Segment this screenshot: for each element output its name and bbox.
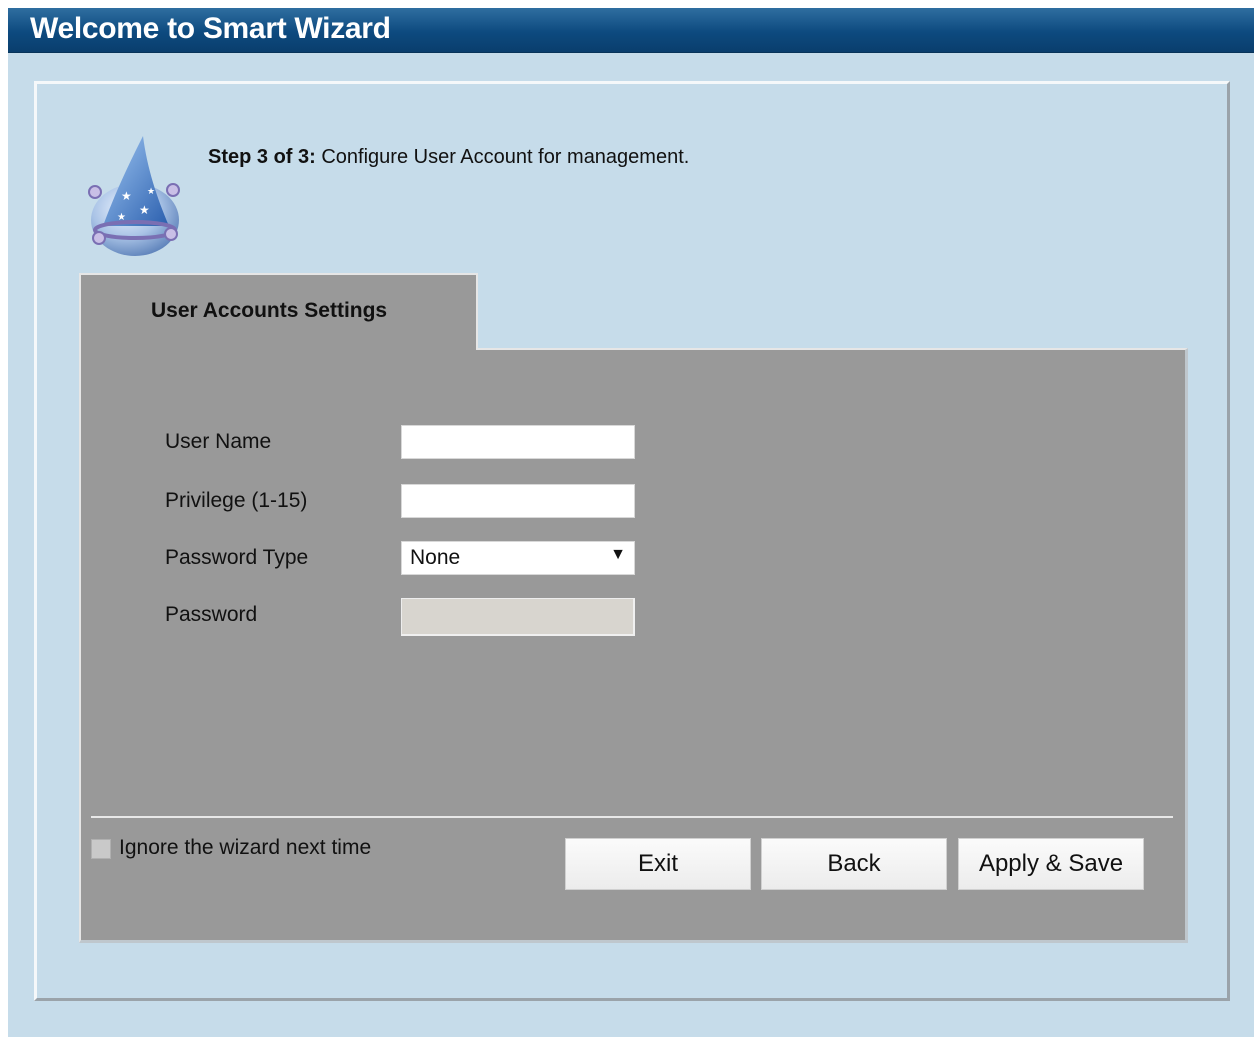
step-description: Configure User Account for management. [315,146,690,168]
apply-save-button[interactable]: Apply & Save [958,838,1144,890]
password-type-label: Password Type [165,546,309,569]
svg-text:★: ★ [121,189,132,203]
divider [91,816,1173,818]
triangle-down-icon: ▼ [610,546,626,563]
privilege-label: Privilege (1-15) [165,489,308,512]
ignore-wizard-checkbox[interactable] [91,839,111,859]
tab-label: User Accounts Settings [151,299,388,322]
wizard-panel: ★ ★ ★ ★ Step 3 of 3: Configure User Acco… [34,81,1230,1001]
privilege-input[interactable] [401,484,635,518]
exit-button[interactable]: Exit [565,838,751,890]
tab-user-accounts-settings[interactable]: User Accounts Settings [79,273,478,350]
step-counter: Step 3 of 3: [208,146,316,168]
tab-connector [81,346,476,352]
svg-text:★: ★ [139,203,150,217]
titlebar: Welcome to Smart Wizard [8,8,1254,53]
password-input [401,598,635,636]
user-accounts-form: User Name Privilege (1-15) Password Type… [79,348,1188,943]
user-name-label: User Name [165,430,272,453]
wizard-hat-icon: ★ ★ ★ ★ [88,136,180,256]
password-label: Password [165,603,258,626]
step-instruction: Step 3 of 3: Configure User Account for … [208,146,689,169]
back-button[interactable]: Back [761,838,947,890]
smart-wizard-window: Welcome to Smart Wizard ★ ★ ★ ★ Step 3 o… [8,8,1254,1037]
ignore-wizard-label: Ignore the wizard next time [119,836,372,859]
window-title: Welcome to Smart Wizard [30,12,391,45]
password-type-value: None [410,546,461,569]
user-name-input[interactable] [401,425,635,459]
svg-text:★: ★ [147,186,155,196]
password-type-select[interactable]: None ▼ [401,541,635,575]
